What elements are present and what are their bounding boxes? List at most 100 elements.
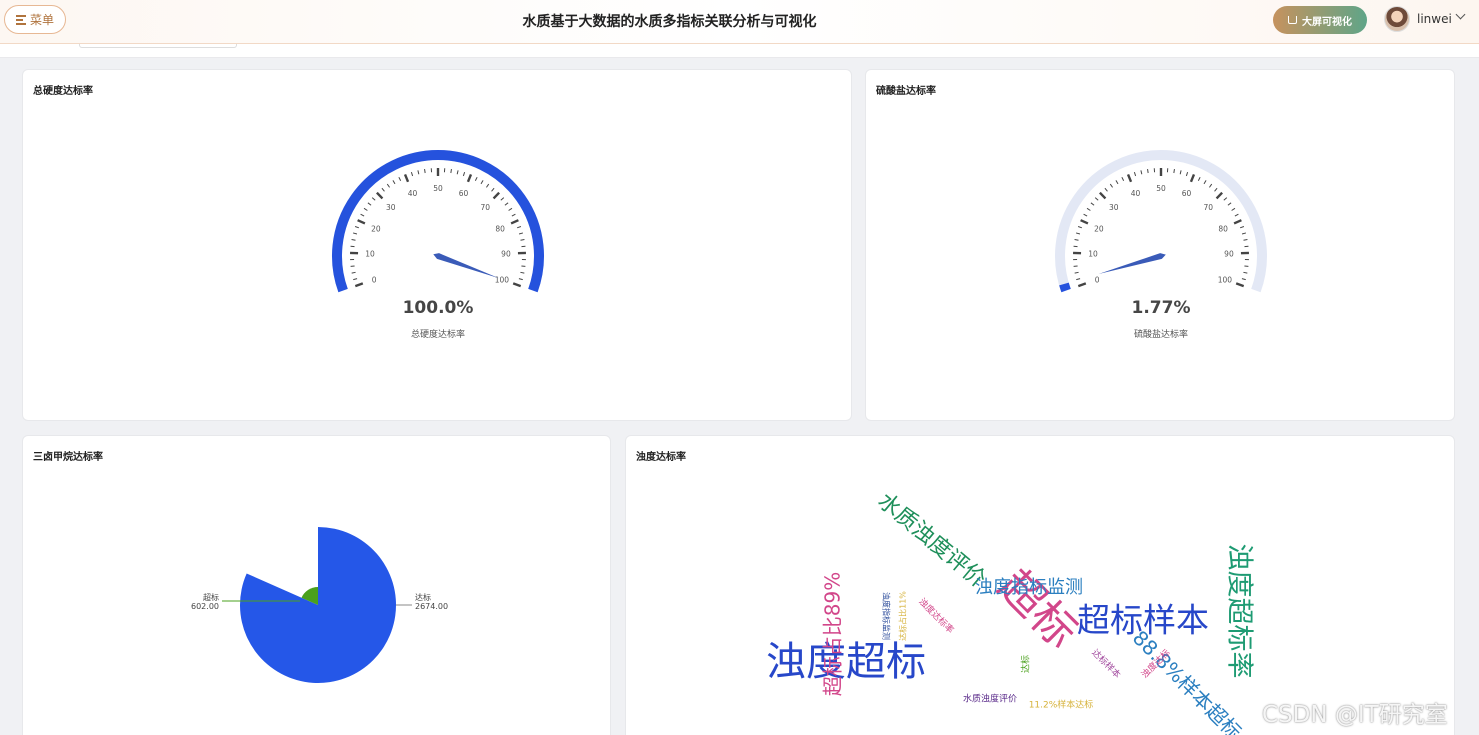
wordcloud-word: 11.2%样本达标 [1029,699,1094,711]
pie-card-thm: 三卤甲烷达标率 达标 2674.00 超标 602.00 [22,435,611,735]
gauge-major-tick [357,219,366,225]
tab-item[interactable] [79,44,237,48]
gauge-minor-tick [1223,197,1228,201]
pie-slice-name: 超标 [203,592,219,602]
gauge-tick-label: 10 [1088,250,1098,259]
gauge-value: 100.0% [403,298,474,318]
wordcloud-word: 水质浊度评价 [873,489,990,593]
gauge-minor-tick [1133,171,1137,177]
gauge-minor-tick [371,197,376,201]
gauge-tick-label: 60 [1182,189,1192,198]
gauge-tick-label: 10 [365,250,375,259]
gauge-minor-tick [1243,271,1248,274]
gauge-minor-tick [516,226,522,229]
gauge-minor-tick [1121,176,1125,181]
wordcloud-word: 水质浊度评价 [963,693,1017,705]
gauge-minor-tick [518,278,523,281]
gauge-minor-tick [1241,232,1247,235]
gauge-major-tick [1080,219,1089,225]
gauge-tick-label: 50 [1156,184,1166,193]
gauge-minor-tick [1214,187,1218,192]
gauge-minor-tick [1241,278,1246,281]
gauge-major-tick [1215,191,1223,200]
top-header: 菜单 水质基于大数据的水质多指标关联分析与可视化 大屏可视化 linwei [0,0,1479,44]
gauge-tick-label: 80 [495,224,505,233]
gauge-minor-tick [1243,239,1248,241]
gauge-tick-label: 20 [371,224,381,233]
gauge-minor-tick [1227,202,1232,206]
gauge-minor-tick [1234,213,1239,217]
gauge-tick-label: 50 [433,184,443,193]
gauge-minor-tick [392,180,396,185]
gauge-pointer [433,253,500,279]
wordcloud-word: 浊度超标率 [1224,544,1255,679]
wordcloud-word: 浊度指标监测 [882,592,892,640]
gauge-minor-tick [1197,176,1201,181]
gauge-minor-tick [500,197,505,201]
gauge-minor-tick [1115,180,1119,185]
gauge-minor-tick [1109,183,1113,188]
gauge-minor-tick [363,207,368,211]
gauge-tick-label: 30 [386,203,396,212]
gauge-minor-tick [511,213,516,217]
gauge-minor-tick [354,226,360,229]
bigscreen-button-label: 大屏可视化 [1302,16,1352,28]
gauge-tick-label: 70 [1203,203,1213,212]
tab-strip [0,44,1479,58]
gauge-minor-tick [352,232,358,235]
gauge-major-tick [1077,282,1087,288]
wordcloud-word: 达标样本 [1089,647,1123,681]
card-title: 硫酸盐达标率 [876,86,936,97]
gauge-tick-label: 80 [1218,224,1228,233]
gauge-minor-tick [351,239,356,241]
app-title: 水质基于大数据的水质多指标关联分析与可视化 [522,14,817,30]
gauge-tick-label: 90 [501,250,511,259]
gauge-label: 总硬度达标率 [411,328,465,340]
gauge-minor-tick [486,183,490,188]
gauge-major-tick [1233,219,1242,225]
gauge-minor-tick [1077,226,1083,229]
gauge-minor-tick [1104,187,1108,192]
gauge-minor-tick [386,183,390,188]
gauge-minor-tick [1090,202,1095,206]
gauge-minor-tick [1147,168,1149,174]
gauge-minor-tick [1094,197,1099,201]
gauge-card-sulfate: 硫酸盐达标率 0 10 20 30 40 50 60 70 80 90 100 1.77% 硫酸盐达… [865,69,1455,421]
gauge-minor-tick [520,271,525,274]
gauge-minor-tick [1086,207,1091,211]
wordcloud-word: 达标占比11% [898,591,908,641]
card-title: 三卤甲烷达标率 [33,452,103,463]
gauge-minor-tick [1140,170,1143,175]
gauge-minor-tick [1239,226,1245,229]
gauge-tick-label: 90 [1224,250,1234,259]
wordcloud-word: 超标 [989,560,1087,658]
gauge-minor-tick [1231,207,1236,211]
gauge-minor-tick [1076,278,1081,281]
gauge-tick-label: 100 [495,275,510,284]
bigscreen-button[interactable]: 大屏可视化 [1273,6,1367,34]
username[interactable]: linwei [1417,12,1452,26]
pie-slice-value: 602.00 [191,602,219,611]
gauge-minor-tick [398,176,402,181]
pie-slice-name: 达标 [415,592,431,602]
gauge-minor-tick [353,278,358,281]
avatar[interactable] [1384,6,1410,32]
sulfate-gauge-chart: 0 10 20 30 40 50 60 70 80 90 100 1.77% 硫酸盐达标率 [1055,150,1267,340]
gauge-progress [1059,282,1071,293]
wordcloud-word: 浊度超标 [766,639,926,685]
gauge-major-tick [466,173,473,183]
gauge-minor-tick [1075,232,1081,235]
gauge-minor-tick [424,168,426,174]
gauge-minor-tick [410,171,414,177]
gauge-tick-label: 100 [1218,275,1233,284]
gauge-label: 硫酸盐达标率 [1134,328,1188,340]
pie-slice-value: 2674.00 [415,602,448,611]
gauge-tick-label: 20 [1094,224,1104,233]
card-title: 浊度达标率 [636,452,686,463]
gauge-tick-label: 40 [408,189,418,198]
gauge-tick-label: 0 [372,275,377,284]
chevron-down-icon[interactable] [1455,9,1466,20]
gauge-tick-label: 30 [1109,203,1119,212]
gauge-major-tick [1126,173,1133,183]
gauge-minor-tick [480,180,484,185]
